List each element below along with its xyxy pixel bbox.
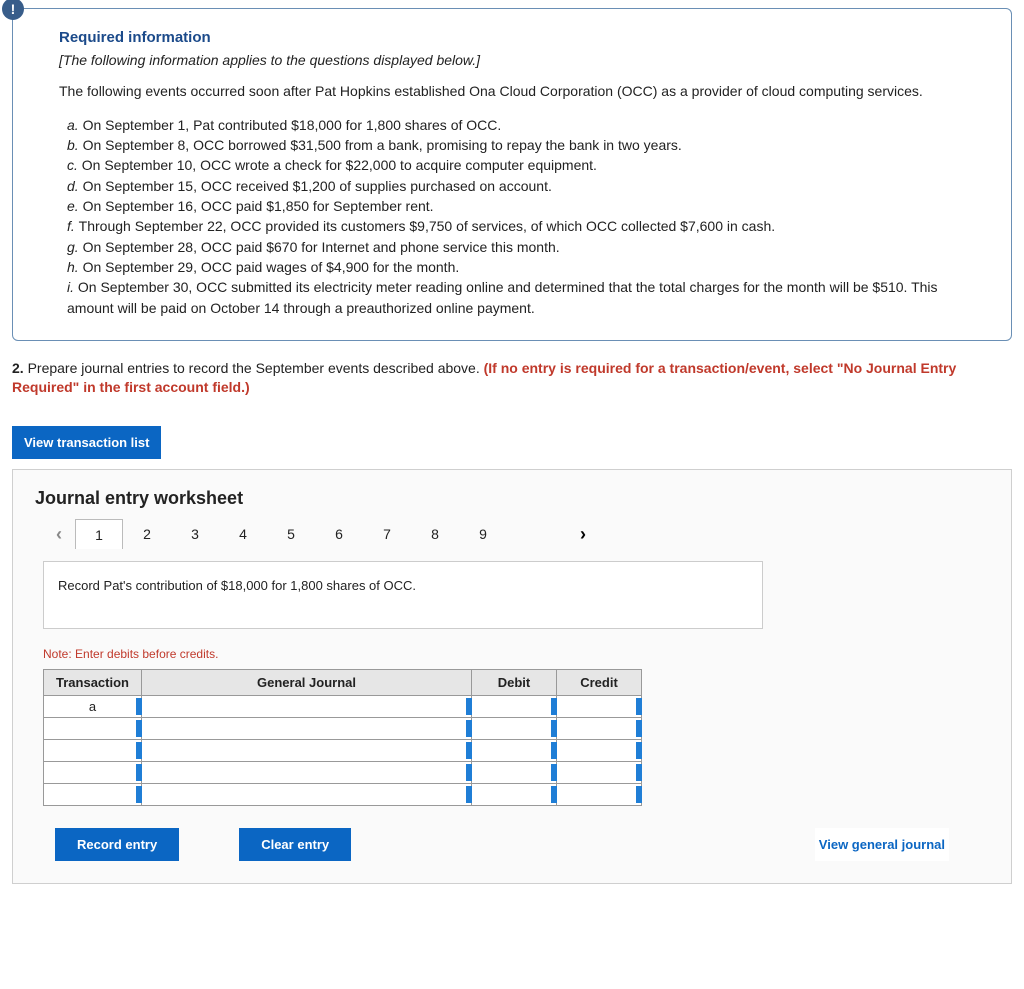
- tab-5[interactable]: 5: [267, 519, 315, 549]
- cell-handle-icon[interactable]: [636, 786, 642, 803]
- event-g: g. On September 28, OCC paid $670 for In…: [67, 237, 983, 257]
- table-row: [44, 718, 642, 740]
- cell-debit[interactable]: [472, 762, 557, 784]
- info-icon: !: [2, 0, 24, 20]
- worksheet-tabs: ‹ 1 2 3 4 5 6 7 8 9 ›: [43, 519, 989, 549]
- event-c: c. On September 10, OCC wrote a check fo…: [67, 155, 983, 175]
- cell-credit[interactable]: [557, 718, 642, 740]
- tab-3[interactable]: 3: [171, 519, 219, 549]
- cell-credit[interactable]: [557, 696, 642, 718]
- tab-2[interactable]: 2: [123, 519, 171, 549]
- question-number: 2.: [12, 360, 24, 376]
- cell-handle-icon[interactable]: [636, 698, 642, 715]
- cell-handle-icon[interactable]: [636, 720, 642, 737]
- tab-9[interactable]: 9: [459, 519, 507, 549]
- table-row: [44, 762, 642, 784]
- cell-transaction[interactable]: a: [44, 696, 142, 718]
- cell-transaction[interactable]: [44, 718, 142, 740]
- table-row: [44, 740, 642, 762]
- view-general-journal-button[interactable]: View general journal: [815, 828, 949, 861]
- question-text: Prepare journal entries to record the Se…: [28, 360, 484, 376]
- view-transaction-list-button[interactable]: View transaction list: [12, 426, 161, 459]
- table-row: [44, 784, 642, 806]
- debits-before-credits-note: Note: Enter debits before credits.: [43, 647, 989, 661]
- tab-4[interactable]: 4: [219, 519, 267, 549]
- cell-credit[interactable]: [557, 784, 642, 806]
- events-list: a. On September 1, Pat contributed $18,0…: [59, 115, 983, 318]
- cell-debit[interactable]: [472, 696, 557, 718]
- cell-handle-icon[interactable]: [636, 742, 642, 759]
- required-info-panel: ! Required information [The following in…: [12, 8, 1012, 341]
- event-h: h. On September 29, OCC paid wages of $4…: [67, 257, 983, 277]
- event-d: d. On September 15, OCC received $1,200 …: [67, 176, 983, 196]
- cell-debit[interactable]: [472, 740, 557, 762]
- cell-transaction[interactable]: [44, 762, 142, 784]
- record-entry-button[interactable]: Record entry: [55, 828, 179, 861]
- journal-worksheet-panel: Journal entry worksheet ‹ 1 2 3 4 5 6 7 …: [12, 469, 1012, 884]
- table-row: a: [44, 696, 642, 718]
- clear-entry-button[interactable]: Clear entry: [239, 828, 351, 861]
- event-e: e. On September 16, OCC paid $1,850 for …: [67, 196, 983, 216]
- tab-7[interactable]: 7: [363, 519, 411, 549]
- cell-credit[interactable]: [557, 740, 642, 762]
- tab-8[interactable]: 8: [411, 519, 459, 549]
- col-general-journal: General Journal: [142, 670, 472, 696]
- chevron-right-icon[interactable]: ›: [567, 519, 599, 549]
- col-credit: Credit: [557, 670, 642, 696]
- col-debit: Debit: [472, 670, 557, 696]
- tab-1[interactable]: 1: [75, 519, 123, 549]
- cell-general-journal[interactable]: [142, 696, 472, 718]
- cell-debit[interactable]: [472, 784, 557, 806]
- cell-general-journal[interactable]: [142, 740, 472, 762]
- info-intro: The following events occurred soon after…: [59, 82, 983, 101]
- cell-general-journal[interactable]: [142, 718, 472, 740]
- tab-6[interactable]: 6: [315, 519, 363, 549]
- journal-entry-table: Transaction General Journal Debit Credit…: [43, 669, 642, 806]
- info-italic-note: [The following information applies to th…: [59, 52, 983, 68]
- entry-prompt: Record Pat's contribution of $18,000 for…: [43, 561, 763, 629]
- cell-general-journal[interactable]: [142, 762, 472, 784]
- cell-handle-icon[interactable]: [636, 764, 642, 781]
- worksheet-button-row: Record entry Clear entry View general jo…: [55, 828, 989, 861]
- chevron-left-icon[interactable]: ‹: [43, 519, 75, 549]
- worksheet-title: Journal entry worksheet: [35, 488, 989, 509]
- col-transaction: Transaction: [44, 670, 142, 696]
- cell-debit[interactable]: [472, 718, 557, 740]
- question-2: 2. Prepare journal entries to record the…: [12, 359, 1012, 398]
- cell-general-journal[interactable]: [142, 784, 472, 806]
- cell-transaction[interactable]: [44, 784, 142, 806]
- cell-transaction[interactable]: [44, 740, 142, 762]
- event-i: i. On September 30, OCC submitted its el…: [67, 277, 983, 318]
- event-a: a. On September 1, Pat contributed $18,0…: [67, 115, 983, 135]
- event-f: f. Through September 22, OCC provided it…: [67, 216, 983, 236]
- event-b: b. On September 8, OCC borrowed $31,500 …: [67, 135, 983, 155]
- cell-credit[interactable]: [557, 762, 642, 784]
- required-info-title: Required information: [59, 29, 983, 46]
